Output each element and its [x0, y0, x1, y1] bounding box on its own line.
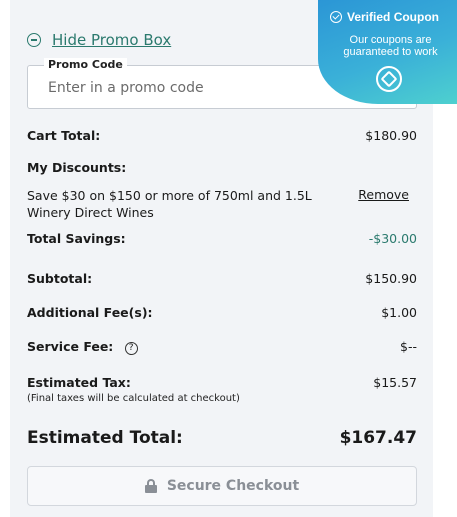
- remove-discount-link[interactable]: Remove: [358, 187, 409, 202]
- service-fee-row: Service Fee: ? $--: [27, 339, 417, 355]
- promo-code-label: Promo Code: [44, 58, 127, 71]
- estimated-tax-label-wrap: Estimated Tax: (Final taxes will be calc…: [27, 375, 240, 404]
- total-savings-label: Total Savings:: [27, 231, 126, 246]
- lock-icon: [144, 479, 157, 493]
- service-fee-label: Service Fee:: [27, 339, 114, 354]
- discounts-row: My Discounts:: [27, 160, 417, 175]
- coupon-logo-icon: [376, 66, 402, 92]
- tax-note: (Final taxes will be calculated at check…: [27, 393, 240, 404]
- cart-total-label: Cart Total:: [27, 128, 101, 143]
- hide-promo-box-label: Hide Promo Box: [52, 31, 172, 49]
- hide-promo-box-link[interactable]: Hide Promo Box: [27, 31, 171, 49]
- estimated-tax-row: Estimated Tax: (Final taxes will be calc…: [27, 375, 417, 404]
- additional-fee-label: Additional Fee(s):: [27, 305, 153, 320]
- verified-coupon-badge[interactable]: Verified Coupon Our coupons are guarante…: [318, 0, 457, 104]
- estimated-tax-label: Estimated Tax:: [27, 375, 131, 390]
- additional-fee-value: $1.00: [381, 305, 417, 320]
- secure-checkout-label: Secure Checkout: [166, 478, 300, 494]
- estimated-total-label: Estimated Total:: [27, 428, 183, 448]
- estimated-total-value: $167.47: [339, 428, 417, 448]
- badge-title: Verified Coupon: [330, 10, 439, 24]
- subtotal-row: Subtotal: $150.90: [27, 271, 417, 286]
- discount-item: Save $30 on $150 or more of 750ml and 1.…: [27, 187, 417, 221]
- discount-description: Save $30 on $150 or more of 750ml and 1.…: [27, 188, 312, 220]
- check-circle-icon: [330, 11, 342, 23]
- additional-fee-row: Additional Fee(s): $1.00: [27, 305, 417, 320]
- badge-subtitle: Our coupons are guaranteed to work: [343, 34, 438, 58]
- subtotal-label: Subtotal:: [27, 271, 93, 286]
- cart-total-row: Cart Total: $180.90: [27, 128, 417, 143]
- help-icon[interactable]: ?: [124, 342, 138, 355]
- service-fee-label-wrap: Service Fee: ?: [27, 339, 138, 355]
- estimated-tax-value: $15.57: [373, 375, 417, 390]
- service-fee-value: $--: [400, 339, 417, 354]
- discounts-label: My Discounts:: [27, 160, 127, 175]
- estimated-total-row: Estimated Total: $167.47: [27, 428, 417, 448]
- minus-circle-icon: [27, 33, 41, 47]
- total-savings-row: Total Savings: -$30.00: [27, 231, 417, 246]
- badge-title-text: Verified Coupon: [347, 10, 440, 24]
- total-savings-value: -$30.00: [368, 231, 417, 246]
- subtotal-value: $150.90: [365, 271, 417, 286]
- promo-code-input[interactable]: [48, 76, 348, 100]
- cart-total-value: $180.90: [365, 128, 417, 143]
- secure-checkout-button[interactable]: Secure Checkout: [27, 466, 417, 506]
